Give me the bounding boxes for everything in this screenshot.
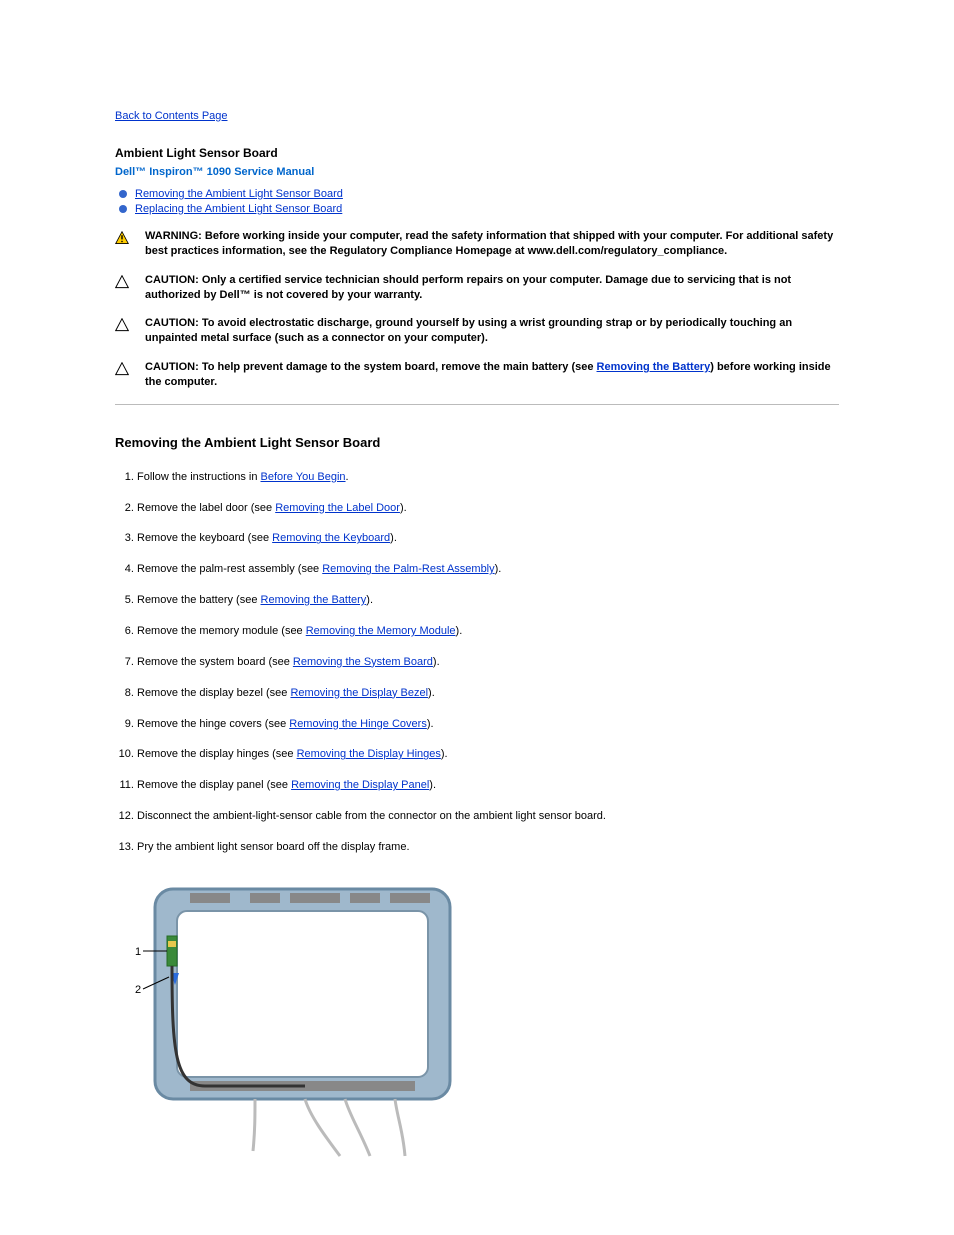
step-post: ). xyxy=(390,532,397,544)
caution-notice-2: CAUTION: To avoid electrostatic discharg… xyxy=(115,316,839,346)
step-post: . xyxy=(346,471,349,483)
step-11: Remove the display panel (see Removing t… xyxy=(137,778,839,793)
back-link-row: Back to Contents Page xyxy=(115,110,839,122)
step-pre: Remove the display hinges (see xyxy=(137,748,297,760)
step-post: ). xyxy=(495,563,502,575)
caution-icon xyxy=(115,360,145,381)
step-4: Remove the palm-rest assembly (see Remov… xyxy=(137,562,839,577)
toc-list: Removing the Ambient Light Sensor Board … xyxy=(115,188,839,215)
toc-link-remove[interactable]: Removing the Ambient Light Sensor Board xyxy=(135,188,343,200)
warning-notice: WARNING: Before working inside your comp… xyxy=(115,229,839,259)
step-1: Follow the instructions in Before You Be… xyxy=(137,470,839,485)
warning-lead: WARNING: xyxy=(145,230,205,242)
step-pre: Remove the battery (see xyxy=(137,594,261,606)
warning-body: Before working inside your computer, rea… xyxy=(145,230,833,257)
caution-icon xyxy=(115,316,145,337)
caution-text-1: CAUTION: Only a certified service techni… xyxy=(145,273,839,303)
step-post: ). xyxy=(429,779,436,791)
step-link[interactable]: Removing the Palm-Rest Assembly xyxy=(322,563,494,575)
step-13: Pry the ambient light sensor board off t… xyxy=(137,840,839,855)
step-post: ). xyxy=(427,718,434,730)
display-frame-diagram: 1 2 xyxy=(135,881,465,1161)
step-link[interactable]: Removing the Display Bezel xyxy=(290,687,428,699)
steps-list: Follow the instructions in Before You Be… xyxy=(115,470,839,855)
warning-text: WARNING: Before working inside your comp… xyxy=(145,229,839,259)
step-pre: Remove the palm-rest assembly (see xyxy=(137,563,322,575)
caution-prefix-3: To help prevent damage to the system boa… xyxy=(202,361,597,373)
step-pre: Remove the memory module (see xyxy=(137,625,306,637)
toc-item: Replacing the Ambient Light Sensor Board xyxy=(135,203,839,215)
caution-lead-3: CAUTION: xyxy=(145,361,202,373)
back-to-contents-link[interactable]: Back to Contents Page xyxy=(115,110,228,122)
step-2: Remove the label door (see Removing the … xyxy=(137,501,839,516)
step-pre: Remove the keyboard (see xyxy=(137,532,272,544)
step-12: Disconnect the ambient-light-sensor cabl… xyxy=(137,809,839,824)
step-post: ). xyxy=(428,687,435,699)
step-pre: Remove the display bezel (see xyxy=(137,687,290,699)
step-link[interactable]: Removing the Memory Module xyxy=(306,625,456,637)
step-9: Remove the hinge covers (see Removing th… xyxy=(137,717,839,732)
step-link[interactable]: Before You Begin xyxy=(261,471,346,483)
caution-lead-2: CAUTION: xyxy=(145,317,202,329)
step-link[interactable]: Removing the Display Hinges xyxy=(297,748,441,760)
caution-notice-1: CAUTION: Only a certified service techni… xyxy=(115,273,839,303)
step-pre: Follow the instructions in xyxy=(137,471,261,483)
toc-item: Removing the Ambient Light Sensor Board xyxy=(135,188,839,200)
page-root: Back to Contents Page Ambient Light Sens… xyxy=(0,0,954,1201)
caution-text-3: CAUTION: To help prevent damage to the s… xyxy=(145,360,839,390)
figure: 1 2 xyxy=(135,881,839,1161)
step-pre: Remove the hinge covers (see xyxy=(137,718,289,730)
toc-link-replace[interactable]: Replacing the Ambient Light Sensor Board xyxy=(135,203,342,215)
step-link[interactable]: Removing the Label Door xyxy=(275,502,400,514)
step-post: ). xyxy=(433,656,440,668)
step-post: ). xyxy=(366,594,373,606)
step-3: Remove the keyboard (see Removing the Ke… xyxy=(137,531,839,546)
warning-icon xyxy=(115,229,145,250)
callout-1: 1 xyxy=(135,946,141,958)
page-title: Ambient Light Sensor Board xyxy=(115,146,839,160)
manual-subtitle: Dell™ Inspiron™ 1090 Service Manual xyxy=(115,166,839,178)
caution-body-1: Only a certified service technician shou… xyxy=(145,274,791,301)
step-8: Remove the display bezel (see Removing t… xyxy=(137,686,839,701)
caution-link-3[interactable]: Removing the Battery xyxy=(597,361,711,373)
caution-body-2: To avoid electrostatic discharge, ground… xyxy=(145,317,792,344)
caution-icon xyxy=(115,273,145,294)
caution-notice-3: CAUTION: To help prevent damage to the s… xyxy=(115,360,839,390)
step-pre: Pry the ambient light sensor board off t… xyxy=(137,841,410,853)
step-pre: Remove the label door (see xyxy=(137,502,275,514)
step-post: ). xyxy=(441,748,448,760)
step-link[interactable]: Removing the Battery xyxy=(261,594,367,606)
step-link[interactable]: Removing the System Board xyxy=(293,656,433,668)
step-link[interactable]: Removing the Keyboard xyxy=(272,532,390,544)
step-link[interactable]: Removing the Display Panel xyxy=(291,779,429,791)
caution-lead-1: CAUTION: xyxy=(145,274,202,286)
step-post: ). xyxy=(400,502,407,514)
section-heading: Removing the Ambient Light Sensor Board xyxy=(115,435,839,450)
caution-text-2: CAUTION: To avoid electrostatic discharg… xyxy=(145,316,839,346)
step-10: Remove the display hinges (see Removing … xyxy=(137,747,839,762)
step-7: Remove the system board (see Removing th… xyxy=(137,655,839,670)
step-pre: Remove the display panel (see xyxy=(137,779,291,791)
step-link[interactable]: Removing the Hinge Covers xyxy=(289,718,427,730)
step-5: Remove the battery (see Removing the Bat… xyxy=(137,593,839,608)
step-6: Remove the memory module (see Removing t… xyxy=(137,624,839,639)
step-pre: Remove the system board (see xyxy=(137,656,293,668)
callout-2: 2 xyxy=(135,984,141,996)
step-pre: Disconnect the ambient-light-sensor cabl… xyxy=(137,810,606,822)
divider xyxy=(115,404,839,405)
step-post: ). xyxy=(456,625,463,637)
